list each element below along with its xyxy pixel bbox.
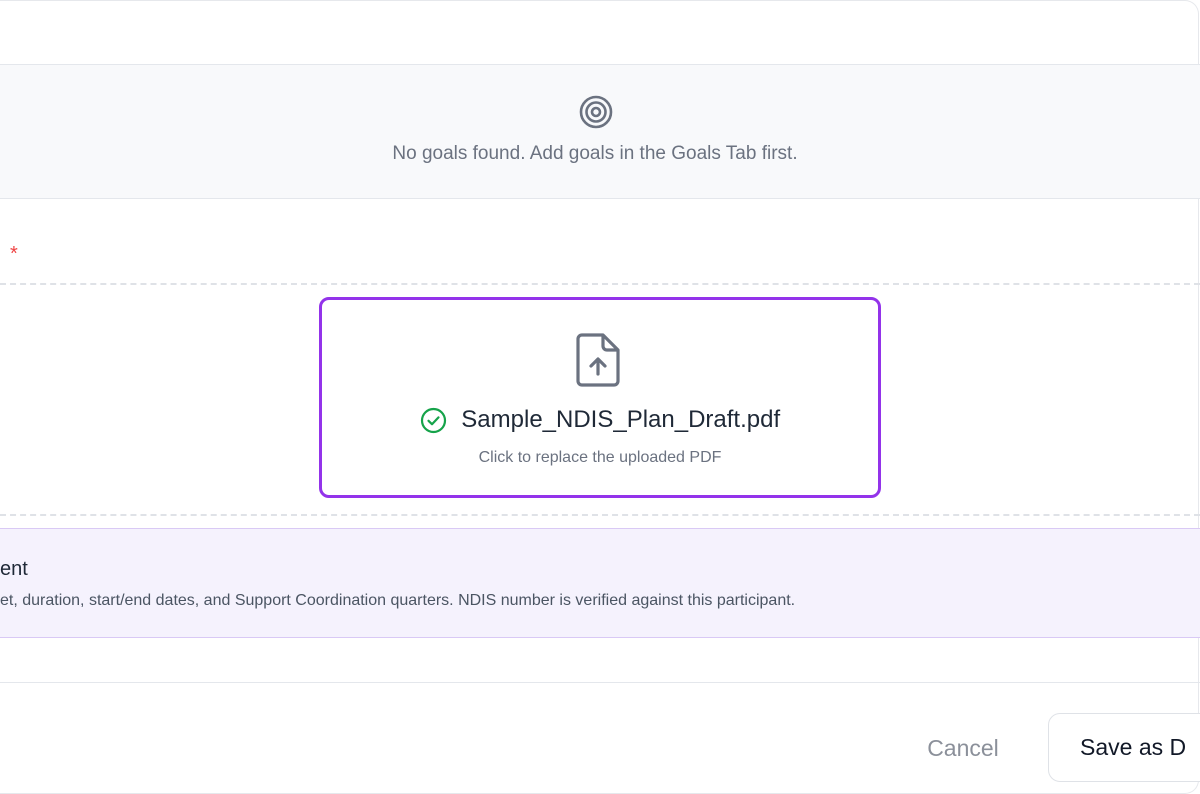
goals-empty-message: No goals found. Add goals in the Goals T… <box>392 143 798 164</box>
modal-top-section <box>0 0 1200 65</box>
upload-hint: Click to replace the uploaded PDF <box>478 449 722 466</box>
required-marker: * <box>10 243 18 265</box>
footer-divider <box>0 682 1200 683</box>
upload-dropzone-border-top <box>0 283 1200 285</box>
uploaded-file-name: Sample_NDIS_Plan_Draft.pdf <box>461 406 781 433</box>
save-as-draft-button[interactable]: Save as D <box>1048 713 1200 782</box>
ai-extraction-info-panel: ent et, duration, start/end dates, and S… <box>0 528 1200 638</box>
cancel-button[interactable]: Cancel <box>908 730 1018 766</box>
uploaded-file-row: Sample_NDIS_Plan_Draft.pdf <box>322 406 878 436</box>
file-upload-icon <box>576 333 620 387</box>
upload-dropzone-border-bottom <box>0 514 1200 516</box>
page: No goals found. Add goals in the Goals T… <box>0 0 1200 794</box>
check-circle-icon <box>420 407 446 433</box>
info-panel-title: ent <box>0 558 28 580</box>
target-icon <box>579 95 613 129</box>
pdf-upload-dropzone[interactable]: Sample_NDIS_Plan_Draft.pdf Click to repl… <box>319 297 881 498</box>
info-panel-description: et, duration, start/end dates, and Suppo… <box>0 592 796 609</box>
goals-empty-state: No goals found. Add goals in the Goals T… <box>0 65 1200 199</box>
